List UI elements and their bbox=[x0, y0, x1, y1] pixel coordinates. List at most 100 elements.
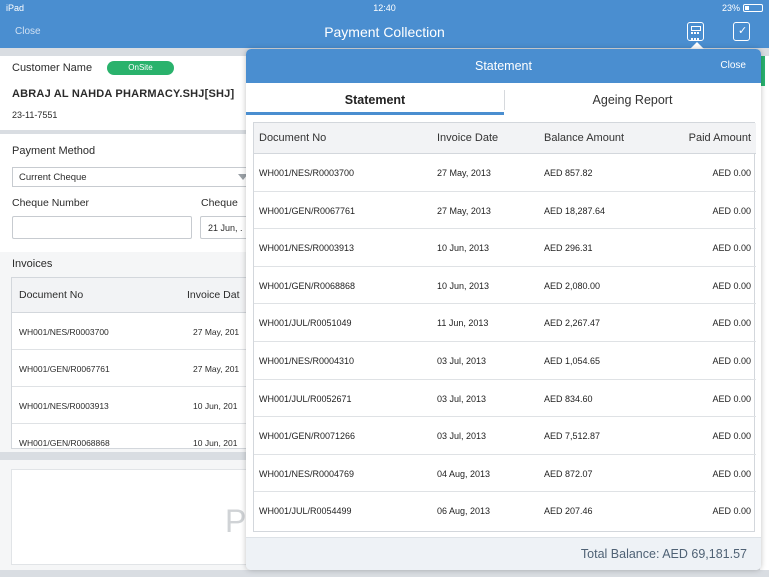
popover-title: Statement bbox=[475, 59, 532, 73]
tab-ageing-report[interactable]: Ageing Report bbox=[504, 83, 761, 116]
invoice-date: 10 Jun, 201 bbox=[193, 438, 238, 448]
checkmark-doc-icon[interactable]: ✓ bbox=[733, 22, 750, 41]
invoice-date: 06 Aug, 2013 bbox=[437, 506, 491, 517]
cheque-date-label: Cheque bbox=[201, 197, 238, 209]
customer-name-label: Customer Name bbox=[12, 62, 93, 74]
invoice-date: 03 Jul, 2013 bbox=[437, 356, 487, 366]
invoice-date: 10 Jun, 2013 bbox=[437, 243, 490, 254]
document-no: WH001/JUL/R0054499 bbox=[259, 506, 352, 517]
balance-amount: AED 857.82 bbox=[544, 168, 593, 178]
cheque-number-input[interactable] bbox=[12, 216, 192, 239]
invoice-date: 27 May, 2013 bbox=[437, 168, 491, 178]
document-no: WH001/JUL/R0052671 bbox=[259, 393, 352, 404]
column-header: Balance Amount bbox=[544, 132, 625, 144]
paid-amount: AED 0.00 bbox=[712, 205, 751, 216]
invoice-date: 27 May, 2013 bbox=[437, 205, 491, 216]
balance-amount: AED 872.07 bbox=[544, 468, 593, 479]
paid-amount: AED 0.00 bbox=[712, 243, 751, 254]
document-no: WH001/NES/R0003913 bbox=[19, 401, 109, 411]
navigation-bar: Close Payment Collection ✓ bbox=[0, 16, 769, 48]
paid-amount: AED 0.00 bbox=[712, 431, 751, 442]
statement-footer: Total Balance: AED 69,181.57 bbox=[246, 537, 761, 570]
paid-amount: AED 0.00 bbox=[712, 356, 751, 366]
document-no: WH001/NES/R0003700 bbox=[19, 327, 109, 337]
column-header: Document No bbox=[19, 289, 84, 301]
invoice-date: 27 May, 201 bbox=[193, 327, 240, 337]
table-row[interactable]: WH001/NES/R0003700 27 May, 2013 AED 857.… bbox=[254, 154, 756, 192]
column-header: Invoice Date bbox=[437, 132, 499, 144]
document-no: WH001/GEN/R0068868 bbox=[19, 438, 110, 448]
document-no: WH001/NES/R0003913 bbox=[259, 243, 355, 254]
table-row[interactable]: WH001/NES/R0003913 10 Jun, 2013 AED 296.… bbox=[254, 229, 756, 267]
balance-amount: AED 1,054.65 bbox=[544, 356, 601, 366]
balance-amount: AED 834.60 bbox=[544, 393, 593, 404]
table-row[interactable]: WH001/GEN/R0067761 27 May, 201 bbox=[12, 350, 254, 387]
table-row[interactable]: WH001/NES/R0004769 04 Aug, 2013 AED 872.… bbox=[254, 455, 756, 493]
customer-name: ABRAJ AL NAHDA PHARMACY.SHJ[SHJ] bbox=[12, 88, 235, 100]
statement-popover: Statement Close Statement Ageing Report … bbox=[246, 49, 761, 570]
balance-amount: AED 7,512.87 bbox=[544, 431, 601, 442]
document-no: WH001/NES/R0003700 bbox=[259, 168, 355, 178]
invoice-date: 03 Jul, 2013 bbox=[437, 393, 487, 404]
document-no: WH001/GEN/R0067761 bbox=[19, 364, 110, 374]
document-no: WH001/GEN/R0071266 bbox=[259, 431, 356, 442]
balance-amount: AED 207.46 bbox=[544, 506, 593, 517]
table-row[interactable]: WH001/NES/R0003913 10 Jun, 201 bbox=[12, 387, 254, 424]
popover-close-button[interactable]: Close bbox=[720, 60, 746, 71]
payment-method-value: Current Cheque bbox=[19, 172, 87, 183]
table-row[interactable]: WH001/JUL/R0052671 03 Jul, 2013 AED 834.… bbox=[254, 380, 756, 418]
statement-table: Document No Invoice Date Balance Amount … bbox=[253, 122, 756, 532]
paid-amount: AED 0.00 bbox=[712, 468, 751, 479]
invoice-date: 04 Aug, 2013 bbox=[437, 468, 491, 479]
balance-amount: AED 296.31 bbox=[544, 243, 593, 254]
page-title: Payment Collection bbox=[324, 24, 445, 40]
paid-amount: AED 0.00 bbox=[712, 168, 751, 178]
signature-pad[interactable]: P bbox=[11, 469, 255, 565]
balance-amount: AED 18,287.64 bbox=[544, 205, 606, 216]
table-row[interactable]: WH001/GEN/R0068868 10 Jun, 201 bbox=[12, 424, 254, 448]
column-header: Document No bbox=[259, 132, 327, 144]
column-header: Invoice Dat bbox=[187, 289, 240, 301]
paid-amount: AED 0.00 bbox=[712, 506, 751, 517]
invoice-date: 10 Jun, 2013 bbox=[437, 280, 490, 291]
battery-icon bbox=[743, 4, 763, 12]
document-no: WH001/JUL/R0051049 bbox=[259, 318, 352, 329]
payment-method-label: Payment Method bbox=[12, 145, 96, 157]
invoice-date: 03 Jul, 2013 bbox=[437, 431, 487, 442]
right-edge-panel bbox=[760, 56, 769, 570]
popover-header: Statement Close bbox=[246, 49, 761, 83]
document-no: WH001/GEN/R0067761 bbox=[259, 205, 356, 216]
onsite-indicator bbox=[761, 56, 765, 86]
status-bar: iPad 12:40 23% bbox=[0, 0, 769, 16]
document-no: WH001/NES/R0004310 bbox=[259, 356, 355, 366]
payment-method-select[interactable]: Current Cheque bbox=[12, 167, 255, 187]
signature-placeholder: P bbox=[225, 503, 247, 539]
cheque-number-label: Cheque Number bbox=[12, 197, 90, 209]
column-header: Paid Amount bbox=[688, 132, 751, 144]
table-row[interactable]: WH001/NES/R0004310 03 Jul, 2013 AED 1,05… bbox=[254, 342, 756, 380]
table-row[interactable]: WH001/GEN/R0071266 03 Jul, 2013 AED 7,51… bbox=[254, 417, 756, 455]
total-balance: Total Balance: AED 69,181.57 bbox=[580, 547, 747, 561]
invoices-table: Document No Invoice Dat WH001/NES/R00037… bbox=[11, 277, 255, 449]
table-row[interactable]: WH001/JUL/R0054499 06 Aug, 2013 AED 207.… bbox=[254, 492, 756, 530]
status-badge: OnSite bbox=[107, 61, 174, 75]
invoices-label: Invoices bbox=[12, 258, 53, 270]
paid-amount: AED 0.00 bbox=[712, 280, 751, 291]
tab-divider bbox=[504, 90, 505, 110]
invoice-date: 11 Jun, 2013 bbox=[437, 318, 489, 329]
calculator-icon[interactable] bbox=[687, 22, 704, 41]
table-row[interactable]: WH001/NES/R0003700 27 May, 201 bbox=[12, 313, 254, 350]
battery-indicator: 23% bbox=[722, 3, 763, 13]
paid-amount: AED 0.00 bbox=[712, 393, 751, 404]
balance-amount: AED 2,267.47 bbox=[544, 318, 601, 329]
table-row[interactable]: WH001/GEN/R0068868 10 Jun, 2013 AED 2,08… bbox=[254, 267, 756, 305]
active-tab-indicator bbox=[246, 112, 504, 115]
table-row[interactable]: WH001/JUL/R0051049 11 Jun, 2013 AED 2,26… bbox=[254, 304, 756, 342]
document-no: WH001/NES/R0004769 bbox=[259, 468, 355, 479]
customer-date: 23-11-7551 bbox=[12, 110, 58, 120]
table-row[interactable]: WH001/GEN/R0067761 27 May, 2013 AED 18,2… bbox=[254, 192, 756, 230]
invoice-date: 27 May, 201 bbox=[193, 364, 240, 374]
table-header: Document No Invoice Dat bbox=[12, 278, 254, 313]
invoice-date: 10 Jun, 201 bbox=[193, 401, 238, 411]
top-bar: iPad 12:40 23% Close Payment Collection … bbox=[0, 0, 769, 48]
